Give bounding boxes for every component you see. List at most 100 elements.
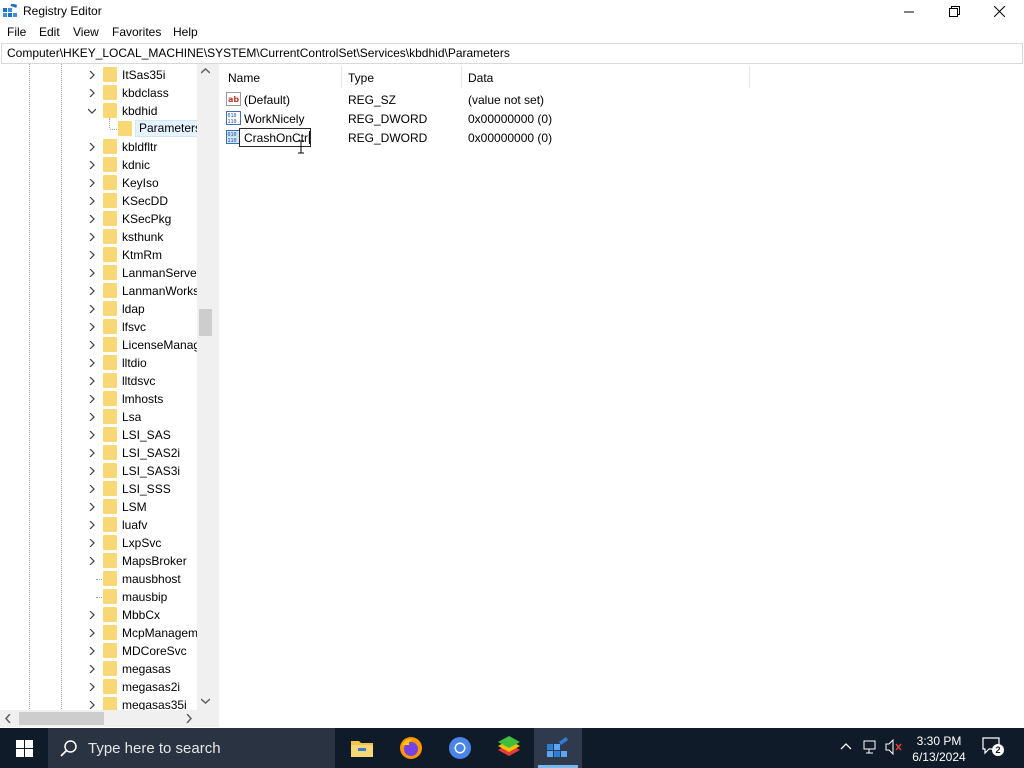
column-divider[interactable] <box>341 66 342 88</box>
minimize-button[interactable] <box>886 0 932 23</box>
column-divider[interactable] <box>461 66 462 88</box>
chevron-right-icon[interactable] <box>88 467 96 475</box>
chevron-right-icon[interactable] <box>88 359 96 367</box>
close-button[interactable] <box>976 0 1022 23</box>
chevron-right-icon[interactable] <box>88 341 96 349</box>
regedit-taskbar-button[interactable] <box>534 728 582 768</box>
chevron-right-icon[interactable] <box>88 557 96 565</box>
menu-edit[interactable]: Edit <box>39 25 60 39</box>
tree-item[interactable]: LSI_SSS <box>0 480 198 498</box>
tree-item[interactable]: LanmanServer <box>0 264 201 282</box>
chevron-right-icon[interactable] <box>88 323 96 331</box>
tree-hscroll-thumb[interactable] <box>19 712 104 725</box>
show-hidden-icons-chevron-icon[interactable] <box>840 742 852 750</box>
chevron-right-icon[interactable] <box>88 233 96 241</box>
chevron-right-icon[interactable] <box>88 647 96 655</box>
chevron-down-icon[interactable] <box>88 107 96 115</box>
tree-item[interactable]: MDCoreSvc <box>0 642 198 660</box>
chevron-right-icon[interactable] <box>88 683 96 691</box>
chevron-right-icon[interactable] <box>88 161 96 169</box>
firefox-taskbar-button[interactable] <box>387 728 435 768</box>
tree-item[interactable]: McpManagem <box>0 624 198 642</box>
column-header-type[interactable]: Type <box>348 71 374 85</box>
tree-item[interactable]: LSI_SAS3i <box>0 462 198 480</box>
chevron-right-icon[interactable] <box>88 251 96 259</box>
tree-item[interactable]: Parameters <box>0 120 206 138</box>
menu-favorites[interactable]: Favorites <box>112 25 161 39</box>
chevron-right-icon[interactable] <box>88 143 96 151</box>
column-header-name[interactable]: Name <box>228 71 260 85</box>
tree-item[interactable]: LSM <box>0 498 198 516</box>
chevron-right-icon[interactable] <box>88 287 96 295</box>
tree-item[interactable]: KeyIso <box>0 174 198 192</box>
value-row[interactable]: 010 110 CrashOnCtrl REG_DWORD 0x00000000… <box>219 128 819 147</box>
value-row[interactable]: 010 110 WorkNicely REG_DWORD 0x00000000 … <box>219 109 819 128</box>
value-row[interactable]: ab (Default) REG_SZ (value not set) <box>219 90 819 109</box>
chevron-right-icon[interactable] <box>88 197 96 205</box>
chevron-right-icon[interactable] <box>88 665 96 673</box>
chevron-right-icon[interactable] <box>88 485 96 493</box>
chevron-right-icon[interactable] <box>88 611 96 619</box>
tree-item[interactable]: KtmRm <box>0 246 198 264</box>
tree-item[interactable]: mausbhost <box>0 570 198 588</box>
tree-item[interactable]: lmhosts <box>0 390 198 408</box>
column-divider[interactable] <box>749 66 750 88</box>
tree-item[interactable]: ItSas35i <box>0 66 198 84</box>
chevron-right-icon[interactable] <box>88 89 96 97</box>
tree-item[interactable]: kbdclass <box>0 84 198 102</box>
tree-item[interactable]: ksthunk <box>0 228 198 246</box>
menu-file[interactable]: File <box>7 25 26 39</box>
chevron-right-icon[interactable] <box>88 503 96 511</box>
chevron-right-icon[interactable] <box>88 629 96 637</box>
tree-scroll-thumb[interactable] <box>199 309 212 336</box>
tree-item[interactable]: ldap <box>0 300 198 318</box>
tree-item[interactable]: megasas <box>0 660 198 678</box>
tree-item[interactable]: LicenseManag <box>0 336 200 354</box>
chevron-right-icon[interactable] <box>88 71 96 79</box>
tree-item[interactable]: kbldfltr <box>0 138 198 156</box>
tree-item[interactable]: LxpSvc <box>0 534 198 552</box>
menu-help[interactable]: Help <box>173 25 198 39</box>
menu-view[interactable]: View <box>73 25 99 39</box>
tree-item[interactable]: lltdsvc <box>0 372 198 390</box>
tree-item[interactable]: KSecDD <box>0 192 198 210</box>
address-bar[interactable]: Computer\HKEY_LOCAL_MACHINE\SYSTEM\Curre… <box>1 43 1023 64</box>
chevron-right-icon[interactable] <box>88 701 96 709</box>
chrome-taskbar-button[interactable] <box>436 728 484 768</box>
chevron-right-icon[interactable] <box>88 431 96 439</box>
chevron-right-icon[interactable] <box>88 377 96 385</box>
chevron-right-icon[interactable] <box>88 215 96 223</box>
restore-button[interactable] <box>931 0 977 23</box>
volume-muted-icon[interactable] <box>885 739 903 755</box>
tree-item[interactable]: LanmanWorks <box>0 282 199 300</box>
tree-item[interactable]: lfsvc <box>0 318 198 336</box>
tree-item[interactable]: megasas2i <box>0 678 198 696</box>
chevron-right-icon[interactable] <box>88 539 96 547</box>
tree-item[interactable]: mausbip <box>0 588 198 606</box>
chevron-right-icon[interactable] <box>88 395 96 403</box>
bluestacks-taskbar-button[interactable] <box>485 728 533 768</box>
tree-item[interactable]: LSI_SAS2i <box>0 444 198 462</box>
tree-item[interactable]: LSI_SAS <box>0 426 198 444</box>
chevron-right-icon[interactable] <box>88 179 96 187</box>
network-icon[interactable] <box>863 739 879 755</box>
tree-item[interactable]: KSecPkg <box>0 210 198 228</box>
tree-item[interactable]: kdnic <box>0 156 198 174</box>
tree-item[interactable]: Lsa <box>0 408 198 426</box>
tree-item[interactable]: luafv <box>0 516 198 534</box>
notification-center-button[interactable]: 2 <box>982 737 1004 759</box>
taskbar-clock[interactable]: 3:30 PM 6/13/2024 <box>905 733 973 765</box>
chevron-right-icon[interactable] <box>88 269 96 277</box>
file-explorer-taskbar-button[interactable] <box>338 728 386 768</box>
tree-item[interactable]: lltdio <box>0 354 198 372</box>
chevron-right-icon[interactable] <box>88 305 96 313</box>
column-header-data[interactable]: Data <box>468 71 493 85</box>
tree-item[interactable]: kbdhid <box>0 102 198 120</box>
start-button[interactable] <box>0 728 48 768</box>
chevron-right-icon[interactable] <box>88 521 96 529</box>
tree-item[interactable]: MapsBroker <box>0 552 198 570</box>
tree-item[interactable]: MbbCx <box>0 606 198 624</box>
chevron-right-icon[interactable] <box>88 449 96 457</box>
chevron-right-icon[interactable] <box>88 413 96 421</box>
tree-vertical-scrollbar[interactable] <box>197 64 214 710</box>
